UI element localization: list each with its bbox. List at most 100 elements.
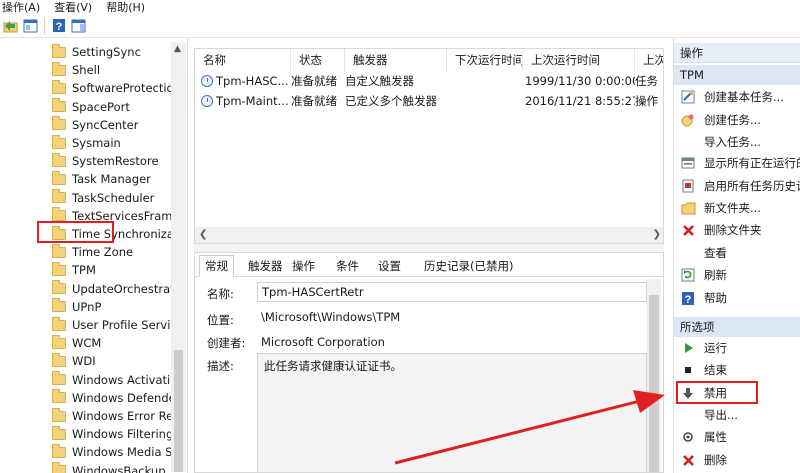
tree-item[interactable]: WDI — [52, 352, 172, 370]
details-tab[interactable]: 常规 — [199, 255, 234, 277]
tree-item[interactable]: Windows Defender — [52, 389, 172, 407]
description-label: 描述: — [207, 359, 234, 373]
task-details: 常规 触发器 操作 条件 设置 历史记录(已禁用) 名称: Tpm-HASCertRetr… — [194, 252, 664, 473]
tree-item[interactable]: Windows Filtering Platform — [52, 425, 172, 443]
tree-item[interactable]: Sysmain — [52, 134, 172, 152]
column-header[interactable]: 名称 — [195, 49, 291, 71]
action-selected-item[interactable]: 运行 — [674, 337, 800, 359]
column-header[interactable]: 上次 — [635, 49, 663, 71]
action-tpm-item[interactable]: 创建基本任务... — [674, 86, 800, 108]
column-header[interactable]: 下次运行时间 — [447, 49, 523, 71]
pane-splitter[interactable] — [194, 244, 664, 252]
table-row[interactable]: Tpm-Maint... 准备就绪 已定义多个触发器 2016/11/21 8:55:… — [195, 91, 663, 111]
tree-item[interactable]: SyncCenter — [52, 116, 172, 134]
details-tab[interactable]: 操作 — [287, 255, 320, 277]
tree-item[interactable]: User Profile Service — [52, 316, 172, 334]
action-tpm-item[interactable]: ? 帮助 — [674, 287, 800, 309]
action-label: 导出... — [704, 408, 738, 422]
action-tpm-item[interactable]: 查看 — [674, 242, 800, 264]
scroll-up-icon[interactable]: ▲ — [174, 44, 181, 54]
name-field[interactable]: Tpm-HASCertRetr — [257, 282, 647, 302]
tree-item[interactable]: Windows Error Reporting — [52, 407, 172, 425]
tree-item[interactable]: Task Manager — [52, 170, 172, 188]
task-result-cell: 操作 — [635, 94, 658, 108]
history-icon — [680, 178, 696, 194]
tree-item-label: Windows Activation Technologies — [72, 372, 172, 387]
tree-item[interactable]: TaskScheduler — [52, 189, 172, 207]
folder-icon — [52, 261, 66, 276]
help-icon: ? — [680, 290, 696, 306]
details-tab[interactable]: 触发器 — [243, 255, 288, 277]
tree-item-label: Windows Media Sharing — [72, 445, 172, 460]
author-label: 创建者: — [207, 336, 246, 350]
tree-item-label: Time Zone — [72, 245, 134, 260]
console-tree-icon — [23, 19, 38, 32]
task-list-hscrollbar[interactable]: ❮ ❯ — [195, 227, 663, 243]
action-selected-item[interactable]: 导出... — [674, 404, 800, 426]
tree-item[interactable]: Shell — [52, 61, 172, 79]
folder-icon — [52, 152, 66, 167]
tree-item[interactable]: TPM — [52, 261, 172, 279]
details-tab[interactable]: 设置 — [373, 255, 406, 277]
tree-item[interactable]: Windows Activation Technologies — [52, 371, 172, 389]
column-header[interactable]: 上次运行时间 — [523, 49, 635, 71]
tree-item[interactable]: WindowsBackup — [52, 462, 172, 473]
description-field[interactable]: 此任务请求健康认证证书。 — [257, 353, 647, 472]
action-label: 运行 — [704, 341, 727, 355]
tree-scroll-thumb[interactable] — [174, 350, 183, 472]
tree-item[interactable]: UpdateOrchestrator — [52, 280, 172, 298]
folder-icon — [52, 334, 66, 349]
tree-item-label: SpacePort — [72, 99, 130, 114]
tree-item[interactable]: SpacePort — [52, 98, 172, 116]
action-label: 导入任务... — [704, 135, 761, 149]
tree-item-label: User Profile Service — [72, 318, 172, 332]
action-selected-item[interactable]: 结束 — [674, 359, 800, 381]
stop-icon — [680, 362, 696, 378]
scroll-right-icon[interactable]: ❯ — [653, 229, 661, 240]
delete-icon — [680, 222, 696, 238]
help-button[interactable]: ? — [50, 17, 67, 34]
folder-icon — [52, 116, 66, 131]
details-tab[interactable]: 历史记录(已禁用) — [419, 255, 518, 277]
action-tpm-item[interactable]: 启用所有任务历史记录 — [674, 175, 800, 197]
tree-item[interactable]: SettingSync — [52, 43, 172, 61]
tree-item[interactable]: SystemRestore — [52, 152, 172, 170]
action-tpm-item[interactable]: 显示所有正在运行的任务 — [674, 152, 800, 174]
task-trigger-cell: 自定义触发器 — [345, 74, 414, 88]
action-label: 新文件夹... — [704, 201, 761, 215]
action-tpm-item[interactable]: 导入任务... — [674, 131, 800, 153]
svg-text:?: ? — [685, 294, 692, 306]
column-header[interactable]: 状态 — [291, 49, 345, 71]
back-folder-button[interactable] — [2, 17, 19, 34]
menu-view[interactable]: 查看(V) — [54, 2, 92, 14]
section-tpm[interactable]: TPM — [674, 65, 800, 85]
tree-item[interactable]: WCM — [52, 334, 172, 352]
refresh-icon — [680, 267, 696, 283]
scroll-left-icon[interactable]: ❮ — [199, 229, 207, 240]
tree-item-label: UPnP — [72, 299, 102, 314]
action-pane-button[interactable] — [70, 17, 87, 34]
table-row[interactable]: Tpm-HASC... 准备就绪 自定义触发器 1999/11/30 0:00:00 任… — [195, 71, 663, 91]
tree-item[interactable]: UPnP — [52, 298, 172, 316]
details-scroll-thumb[interactable] — [649, 295, 659, 472]
action-selected-item[interactable]: 删除 — [674, 449, 800, 471]
action-tpm-item[interactable]: 创建任务... — [674, 109, 800, 131]
menu-help[interactable]: 帮助(H) — [106, 2, 145, 14]
svg-text:?: ? — [55, 21, 62, 33]
action-selected-item[interactable]: 属性 — [674, 426, 800, 448]
tree-item[interactable]: Time Zone — [52, 243, 172, 261]
tree-item[interactable]: SoftwareProtectionPlatform — [52, 79, 172, 97]
tree-scrollbar[interactable]: ▲ — [171, 42, 186, 472]
action-tpm-item[interactable]: 新文件夹... — [674, 197, 800, 219]
action-tpm-item[interactable]: 刷新 — [674, 264, 800, 286]
task-name-text: Tpm-Maint... — [216, 94, 289, 108]
section-selected-item[interactable]: 所选项 — [674, 317, 800, 337]
tree-item[interactable]: Windows Media Sharing — [52, 443, 172, 461]
details-scrollbar[interactable] — [647, 279, 661, 472]
show-hide-tree-button[interactable] — [22, 17, 39, 34]
column-header[interactable]: 触发器 — [345, 49, 447, 71]
details-tab[interactable]: 条件 — [331, 255, 364, 277]
folder-arrow-icon — [3, 20, 17, 32]
action-tpm-item[interactable]: 删除文件夹 — [674, 219, 800, 241]
menu-action[interactable]: 操作(A) — [2, 2, 40, 14]
